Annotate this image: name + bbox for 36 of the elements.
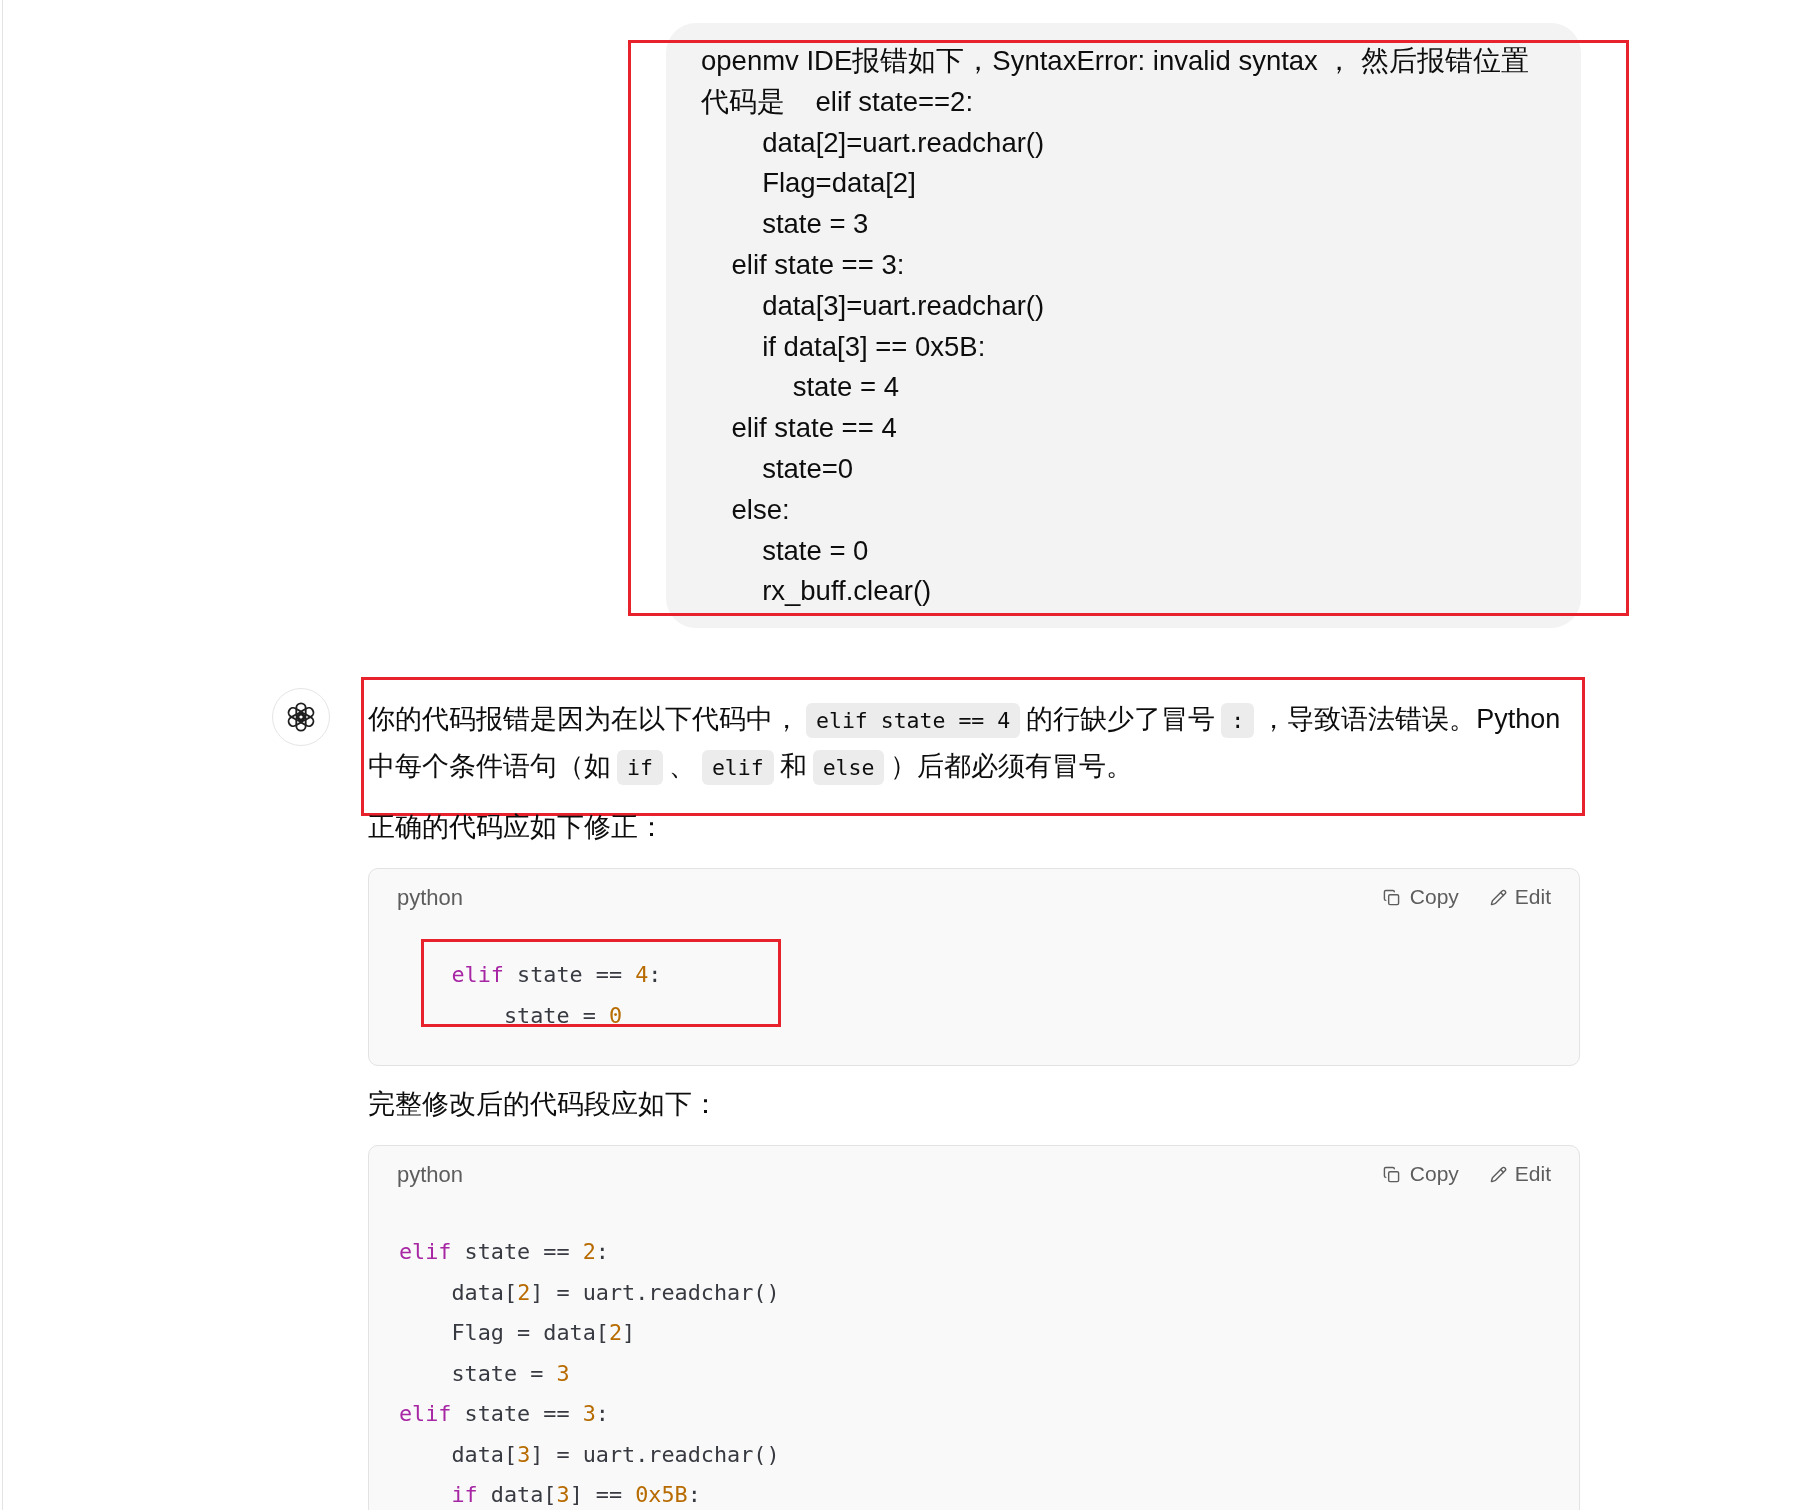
answer-paragraph: 正确的代码应如下修正：: [368, 811, 666, 845]
language-label: python: [397, 883, 464, 912]
message-line: data[2]=uart.readchar(): [762, 126, 1045, 158]
code-line: elif state == 2:: [399, 1239, 609, 1265]
message-line: state=0: [762, 452, 854, 484]
edit-button[interactable]: Edit: [1489, 881, 1551, 913]
copy-button[interactable]: Copy: [1382, 881, 1459, 913]
message-line: data[3]=uart.readchar(): [762, 289, 1045, 321]
message-line: rx_buff.clear(): [762, 575, 932, 607]
edit-button[interactable]: Edit: [1489, 1158, 1551, 1190]
pencil-icon: [1489, 1165, 1507, 1183]
answer-paragraph: 你的代码报错是因为在以下代码中， elif state == 4 的行缺少了冒号 : ，导致语法错误。Python中每个条件语句（如 if 、 elif 和 else ）后都必须有冒号。: [368, 696, 1580, 791]
copy-button[interactable]: Copy: [1382, 1158, 1459, 1190]
code-line: data[2] = uart.readchar(): [451, 1279, 780, 1305]
code-line: elif state == 4:: [451, 962, 662, 988]
message-line: 代码是 elif state==2:: [701, 85, 974, 117]
message-line: elif state == 4: [731, 412, 897, 444]
message-line: Flag=data[2]: [762, 167, 916, 199]
message-line: openmv IDE报错如下，SyntaxError: invalid syntax ， 然后报错位置: [701, 45, 1530, 76]
code-line: if data[3] == 0x5B:: [451, 1482, 701, 1508]
pencil-icon: [1489, 888, 1507, 906]
code-line: state = 3: [451, 1360, 570, 1386]
code-line: state = 0: [504, 1002, 623, 1028]
code-line: elif state == 3:: [399, 1401, 609, 1427]
message-line: state = 0: [762, 534, 869, 566]
message-line: if data[3] == 0x5B:: [762, 330, 986, 362]
message-line: else:: [731, 493, 790, 525]
copy-icon: [1382, 1165, 1400, 1183]
language-label: python: [397, 1160, 464, 1189]
code-line: data[3] = uart.readchar(): [451, 1441, 780, 1467]
message-line: elif state == 3:: [731, 249, 905, 280]
message-line: state = 3: [762, 208, 869, 240]
message-line: state = 4: [792, 371, 899, 403]
code-line: Flag = data[2]: [451, 1320, 636, 1346]
answer-paragraph: 完整修改后的代码段应如下：: [368, 1088, 720, 1122]
copy-icon: [1382, 888, 1400, 906]
